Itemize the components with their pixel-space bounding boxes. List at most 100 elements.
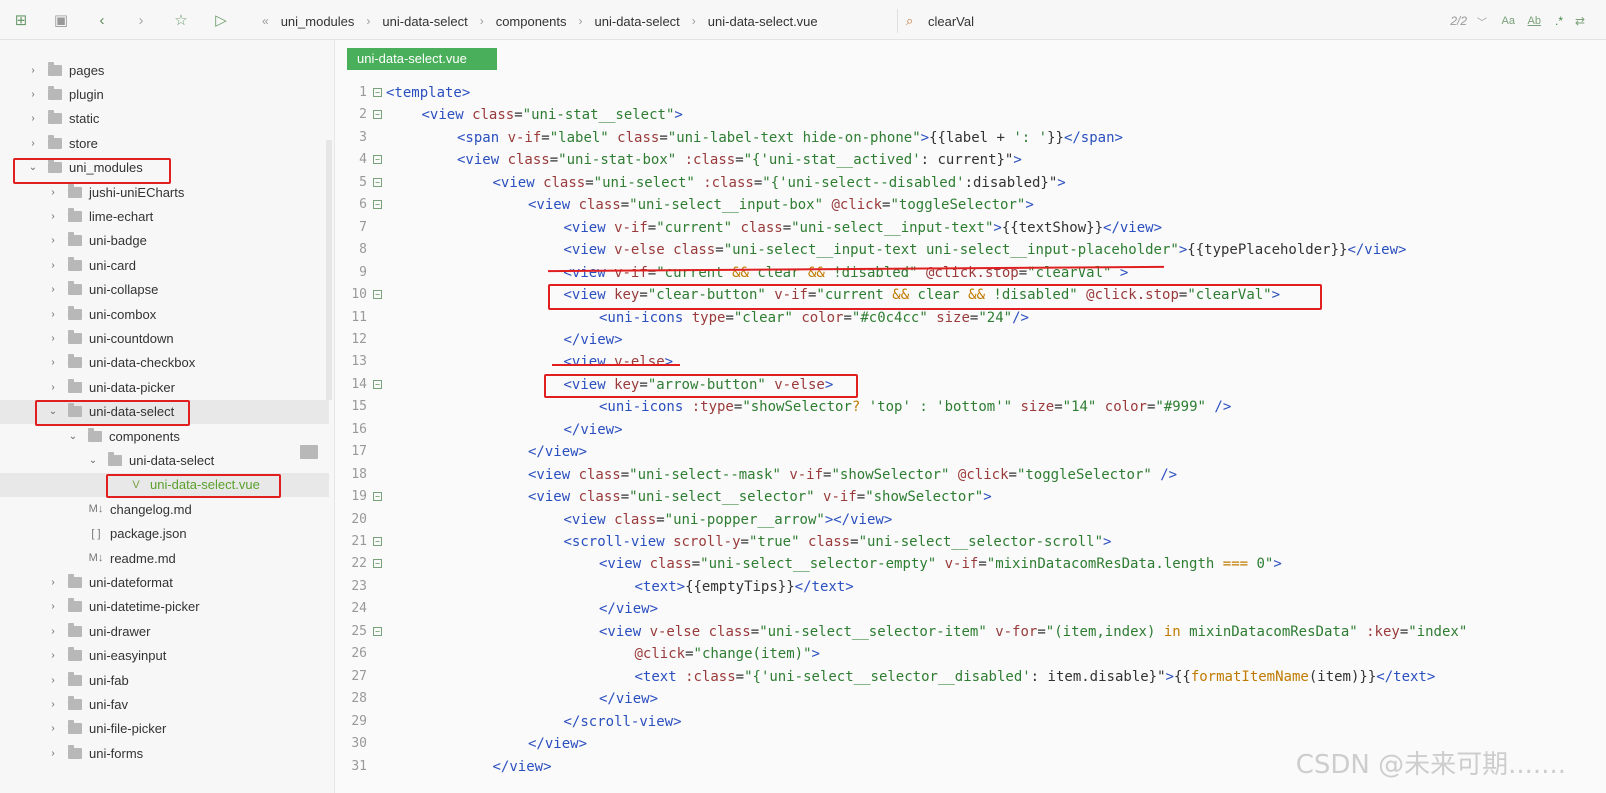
chevron-right-icon[interactable]: › <box>46 699 60 710</box>
save-icon[interactable]: ▣ <box>52 11 70 29</box>
chevron-right-icon[interactable]: › <box>46 333 60 344</box>
search-input[interactable]: clearVal <box>928 14 974 29</box>
breadcrumb-collapse-icon[interactable]: « <box>262 14 269 28</box>
find-bar[interactable]: ⌕ clearVal 2/2 ﹀ Aa Ab .* ⇄ <box>897 9 1587 33</box>
code-line[interactable]: 20 <view class="uni-popper__arrow"></view… <box>336 509 1606 531</box>
breadcrumb-item[interactable]: uni-data-select <box>595 14 680 29</box>
code-line[interactable]: 19− <view class="uni-select__selector" v-… <box>336 486 1606 508</box>
code-line[interactable]: 4− <view class="uni-stat-box" :class="{'u… <box>336 149 1606 171</box>
tree-item[interactable]: M↓ readme.md <box>0 546 329 570</box>
chevron-right-icon[interactable]: › <box>46 357 60 368</box>
fold-toggle-icon[interactable]: − <box>373 626 382 636</box>
tree-item[interactable]: › static <box>0 107 329 131</box>
chevron-right-icon[interactable]: › <box>46 187 60 198</box>
tree-item[interactable]: [ ] package.json <box>0 522 329 546</box>
tree-item[interactable]: › uni-dateformat <box>0 570 329 594</box>
code-line[interactable]: 7 <view v-if="current" class="uni-select_… <box>336 217 1606 239</box>
fold-toggle-icon[interactable]: − <box>373 559 382 569</box>
code-line[interactable]: 2− <view class="uni-stat__select"> <box>336 104 1606 126</box>
code-line[interactable]: 24 </view> <box>336 598 1606 620</box>
forward-icon[interactable]: › <box>132 11 150 29</box>
code-line[interactable]: 1− <template> <box>336 82 1606 104</box>
tree-item[interactable]: › uni-data-picker <box>0 375 329 399</box>
tree-item[interactable]: › uni-forms <box>0 741 329 765</box>
code-line[interactable]: 25− <view v-else class="uni-select__selec… <box>336 621 1606 643</box>
chevron-right-icon[interactable]: › <box>26 89 40 100</box>
open-folder-icon[interactable] <box>300 445 318 459</box>
chevron-right-icon[interactable]: › <box>46 382 60 393</box>
breadcrumb-item[interactable]: components <box>496 14 567 29</box>
tree-item[interactable]: › uni-card <box>0 253 329 277</box>
whole-word-icon[interactable]: Ab <box>1528 15 1541 27</box>
tree-item[interactable]: › uni-easyinput <box>0 644 329 668</box>
tree-item[interactable]: ⌄ uni-data-select <box>0 448 329 472</box>
chevron-right-icon[interactable]: › <box>46 601 60 612</box>
tree-item[interactable]: › lime-echart <box>0 204 329 228</box>
breadcrumb-item[interactable]: uni-data-select <box>382 14 467 29</box>
tree-item[interactable]: › uni-datetime-picker <box>0 595 329 619</box>
chevron-right-icon[interactable]: › <box>26 65 40 76</box>
chevron-right-icon[interactable]: › <box>46 211 60 222</box>
tree-item[interactable]: › uni-combox <box>0 302 329 326</box>
back-icon[interactable]: ‹ <box>93 11 111 29</box>
chevron-right-icon[interactable]: › <box>46 748 60 759</box>
fold-toggle-icon[interactable]: − <box>373 155 382 165</box>
code-line[interactable]: 26 @click="change(item)"> <box>336 643 1606 665</box>
code-line[interactable]: 23 <text>{{emptyTips}}</text> <box>336 576 1606 598</box>
code-line[interactable]: 9 <view v-if="current && clear && !disabl… <box>336 262 1606 284</box>
code-line[interactable]: 27 <text :class="{'uni-select__selector__… <box>336 666 1606 688</box>
fold-toggle-icon[interactable]: − <box>373 492 382 502</box>
tree-item[interactable]: › pages <box>0 58 329 82</box>
star-icon[interactable]: ☆ <box>172 11 190 29</box>
code-line[interactable]: 21− <scroll-view scroll-y="true" class="u… <box>336 531 1606 553</box>
code-line[interactable]: 15 <uni-icons :type="showSelector? 'top' … <box>336 396 1606 418</box>
tree-item[interactable]: › uni-data-checkbox <box>0 351 329 375</box>
tree-item[interactable]: ⌄ components <box>0 424 329 448</box>
fold-toggle-icon[interactable]: − <box>373 379 382 389</box>
code-line[interactable]: 5− <view class="uni-select" :class="{'uni… <box>336 172 1606 194</box>
code-line[interactable]: 14− <view key="arrow-button" v-else> <box>336 374 1606 396</box>
code-line[interactable]: 13 <view v-else> <box>336 351 1606 373</box>
match-case-icon[interactable]: Aa <box>1502 15 1515 27</box>
tree-item[interactable]: › uni-file-picker <box>0 717 329 741</box>
fold-toggle-icon[interactable]: − <box>373 290 382 300</box>
chevron-right-icon[interactable]: › <box>46 260 60 271</box>
fold-toggle-icon[interactable]: − <box>373 537 382 546</box>
chevron-right-icon[interactable]: › <box>46 235 60 246</box>
code-line[interactable]: 6− <view class="uni-select__input-box" @c… <box>336 194 1606 216</box>
tree-item[interactable]: › uni-fab <box>0 668 329 692</box>
chevron-right-icon[interactable]: › <box>46 675 60 686</box>
new-file-icon[interactable]: ⊞ <box>12 11 30 29</box>
tree-item[interactable]: › uni-countdown <box>0 326 329 350</box>
chevron-right-icon[interactable]: › <box>26 138 40 149</box>
code-line[interactable]: 3 <span v-if="label" class="uni-label-tex… <box>336 127 1606 149</box>
tree-item[interactable]: › store <box>0 131 329 155</box>
run-icon[interactable]: ▷ <box>212 11 230 29</box>
fold-toggle-icon[interactable]: − <box>373 200 382 210</box>
tree-item[interactable]: › uni-fav <box>0 692 329 716</box>
tree-item[interactable]: M↓ changelog.md <box>0 497 329 521</box>
fold-toggle-icon[interactable]: − <box>373 110 382 120</box>
chevron-down-icon[interactable]: ﹀ <box>1477 14 1487 29</box>
chevron-right-icon[interactable]: › <box>46 626 60 637</box>
fold-toggle-icon[interactable]: − <box>373 177 382 187</box>
code-line[interactable]: 18 <view class="uni-select--mask" v-if="s… <box>336 464 1606 486</box>
code-editor[interactable]: uni-data-select.vue 1− <template> 2− <view … <box>336 40 1606 793</box>
chevron-right-icon[interactable]: › <box>26 113 40 124</box>
breadcrumb-item[interactable]: uni_modules <box>281 14 355 29</box>
chevron-down-icon[interactable]: ⌄ <box>86 455 100 466</box>
chevron-right-icon[interactable]: › <box>46 284 60 295</box>
tab-uni-data-select-vue[interactable]: uni-data-select.vue <box>347 48 497 70</box>
code-line[interactable]: 16 </view> <box>336 419 1606 441</box>
tree-item[interactable]: › uni-collapse <box>0 278 329 302</box>
code-line[interactable]: 28 </view> <box>336 688 1606 710</box>
chevron-right-icon[interactable]: › <box>46 309 60 320</box>
tree-item[interactable]: › uni-drawer <box>0 619 329 643</box>
regex-icon[interactable]: .* <box>1555 14 1563 28</box>
chevron-right-icon[interactable]: › <box>46 650 60 661</box>
code-line[interactable]: 12 </view> <box>336 329 1606 351</box>
chevron-down-icon[interactable]: ⌄ <box>66 431 80 442</box>
chevron-right-icon[interactable]: › <box>46 577 60 588</box>
code-line[interactable]: 17 </view> <box>336 441 1606 463</box>
tree-item[interactable]: › plugin <box>0 82 329 106</box>
